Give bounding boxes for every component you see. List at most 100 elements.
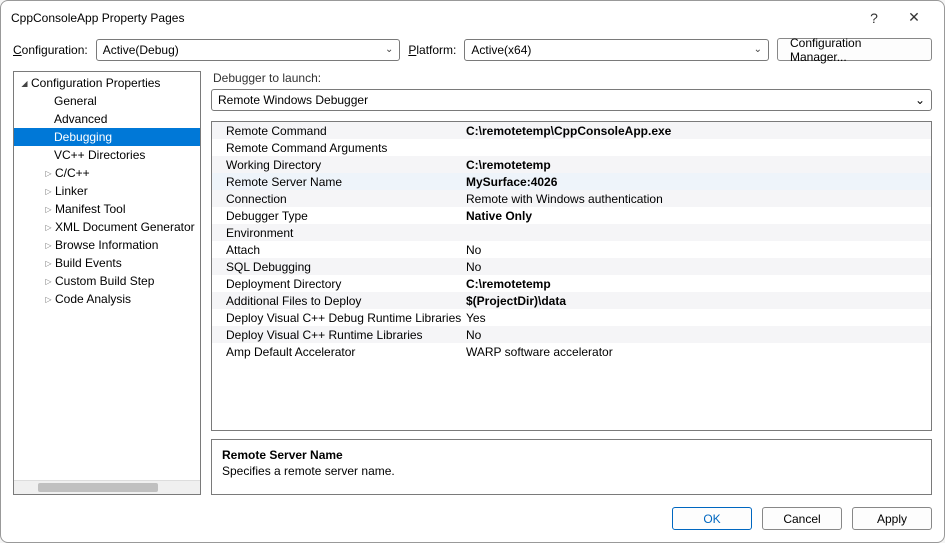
property-row[interactable]: SQL DebuggingNo bbox=[212, 258, 931, 275]
tree-item-vcpp-directories[interactable]: VC++ Directories bbox=[14, 146, 200, 164]
tree-item-label: XML Document Generator bbox=[55, 220, 195, 234]
tree-item-label: Build Events bbox=[55, 256, 122, 270]
tree-item-advanced[interactable]: Advanced bbox=[14, 110, 200, 128]
tree-item-label: Manifest Tool bbox=[55, 202, 125, 216]
description-pane: Remote Server Name Specifies a remote se… bbox=[211, 439, 932, 495]
property-row[interactable]: Remote Command Arguments bbox=[212, 139, 931, 156]
platform-label: Platform: bbox=[408, 43, 456, 57]
property-name: Amp Default Accelerator bbox=[226, 345, 466, 359]
property-row[interactable]: Environment bbox=[212, 224, 931, 241]
window-title: CppConsoleApp Property Pages bbox=[11, 11, 854, 25]
property-row[interactable]: AttachNo bbox=[212, 241, 931, 258]
tree-item-ccpp[interactable]: C/C++ bbox=[14, 164, 200, 182]
property-value[interactable]: WARP software accelerator bbox=[466, 345, 931, 359]
property-value[interactable]: MySurface:4026 bbox=[466, 175, 931, 189]
property-name: Attach bbox=[226, 243, 466, 257]
chevron-down-icon: ⌄ bbox=[915, 93, 925, 107]
tree-item-label: General bbox=[54, 94, 97, 108]
tree-root-config-properties[interactable]: Configuration Properties bbox=[14, 74, 200, 92]
tree-item-label: Custom Build Step bbox=[55, 274, 154, 288]
property-row[interactable]: Debugger TypeNative Only bbox=[212, 207, 931, 224]
property-name: Working Directory bbox=[226, 158, 466, 172]
property-value[interactable]: C:\remotetemp bbox=[466, 158, 931, 172]
property-value[interactable]: No bbox=[466, 243, 931, 257]
property-value[interactable]: $(ProjectDir)\data bbox=[466, 294, 931, 308]
configuration-label: Configuration: bbox=[13, 43, 88, 57]
property-value[interactable]: Yes bbox=[466, 311, 931, 325]
right-pane: Debugger to launch: Remote Windows Debug… bbox=[211, 71, 932, 495]
tree-item-label: Code Analysis bbox=[55, 292, 131, 306]
property-name: Deployment Directory bbox=[226, 277, 466, 291]
property-value[interactable]: C:\remotetemp bbox=[466, 277, 931, 291]
property-grid: Remote CommandC:\remotetemp\CppConsoleAp… bbox=[211, 121, 932, 431]
help-button[interactable]: ? bbox=[854, 10, 894, 26]
tree-item-xml-doc-gen[interactable]: XML Document Generator bbox=[14, 218, 200, 236]
config-bar: Configuration: Active(Debug) ⌄ Platform:… bbox=[1, 34, 944, 71]
property-row[interactable]: Remote CommandC:\remotetemp\CppConsoleAp… bbox=[212, 122, 931, 139]
tree-item-custom-build-step[interactable]: Custom Build Step bbox=[14, 272, 200, 290]
property-row[interactable]: Additional Files to Deploy$(ProjectDir)\… bbox=[212, 292, 931, 309]
property-value[interactable]: No bbox=[466, 328, 931, 342]
expander-open-icon[interactable] bbox=[18, 78, 31, 89]
tree-item-code-analysis[interactable]: Code Analysis bbox=[14, 290, 200, 308]
property-name: SQL Debugging bbox=[226, 260, 466, 274]
scrollbar-thumb[interactable] bbox=[38, 483, 158, 492]
tree-item-general[interactable]: General bbox=[14, 92, 200, 110]
property-value[interactable]: C:\remotetemp\CppConsoleApp.exe bbox=[466, 124, 931, 138]
property-value[interactable]: No bbox=[466, 260, 931, 274]
tree-item-debugging[interactable]: Debugging bbox=[14, 128, 200, 146]
property-name: Remote Server Name bbox=[226, 175, 466, 189]
tree-item-build-events[interactable]: Build Events bbox=[14, 254, 200, 272]
tree-item-linker[interactable]: Linker bbox=[14, 182, 200, 200]
cancel-button[interactable]: Cancel bbox=[762, 507, 842, 530]
property-row[interactable]: Working DirectoryC:\remotetemp bbox=[212, 156, 931, 173]
configuration-value: Active(Debug) bbox=[103, 43, 385, 57]
debugger-launch-label: Debugger to launch: bbox=[213, 71, 932, 85]
property-value[interactable]: Native Only bbox=[466, 209, 931, 223]
expander-closed-icon[interactable] bbox=[42, 240, 55, 251]
property-name: Connection bbox=[226, 192, 466, 206]
property-row[interactable]: Amp Default AcceleratorWARP software acc… bbox=[212, 343, 931, 360]
property-value[interactable]: Remote with Windows authentication bbox=[466, 192, 931, 206]
tree-horizontal-scrollbar[interactable] bbox=[14, 480, 200, 494]
configuration-dropdown[interactable]: Active(Debug) ⌄ bbox=[96, 39, 401, 61]
footer: OK Cancel Apply bbox=[1, 495, 944, 542]
titlebar: CppConsoleApp Property Pages ? ✕ bbox=[1, 1, 944, 34]
property-name: Remote Command Arguments bbox=[226, 141, 466, 155]
tree-item-browse-info[interactable]: Browse Information bbox=[14, 236, 200, 254]
expander-closed-icon[interactable] bbox=[42, 204, 55, 215]
ok-button[interactable]: OK bbox=[672, 507, 752, 530]
debugger-launch-dropdown[interactable]: Remote Windows Debugger ⌄ bbox=[211, 89, 932, 111]
property-name: Debugger Type bbox=[226, 209, 466, 223]
property-pages-window: CppConsoleApp Property Pages ? ✕ Configu… bbox=[0, 0, 945, 543]
close-button[interactable]: ✕ bbox=[894, 9, 934, 26]
expander-closed-icon[interactable] bbox=[42, 222, 55, 233]
platform-dropdown[interactable]: Active(x64) ⌄ bbox=[464, 39, 769, 61]
expander-closed-icon[interactable] bbox=[42, 168, 55, 179]
property-name: Additional Files to Deploy bbox=[226, 294, 466, 308]
expander-closed-icon[interactable] bbox=[42, 276, 55, 287]
platform-value: Active(x64) bbox=[471, 43, 753, 57]
property-row[interactable]: Deployment DirectoryC:\remotetemp bbox=[212, 275, 931, 292]
tree-item-label: Advanced bbox=[54, 112, 107, 126]
chevron-down-icon: ⌄ bbox=[385, 44, 393, 55]
description-text: Specifies a remote server name. bbox=[222, 464, 921, 478]
property-row[interactable]: Deploy Visual C++ Debug Runtime Librarie… bbox=[212, 309, 931, 326]
apply-button[interactable]: Apply bbox=[852, 507, 932, 530]
tree-item-label: C/C++ bbox=[55, 166, 90, 180]
tree-item-manifest-tool[interactable]: Manifest Tool bbox=[14, 200, 200, 218]
property-name: Remote Command bbox=[226, 124, 466, 138]
configuration-manager-button[interactable]: Configuration Manager... bbox=[777, 38, 932, 61]
tree-item-label: Browse Information bbox=[55, 238, 158, 252]
expander-closed-icon[interactable] bbox=[42, 186, 55, 197]
property-row[interactable]: ConnectionRemote with Windows authentica… bbox=[212, 190, 931, 207]
property-row[interactable]: Remote Server NameMySurface:4026 bbox=[212, 173, 931, 190]
property-row[interactable]: Deploy Visual C++ Runtime LibrariesNo bbox=[212, 326, 931, 343]
property-name: Deploy Visual C++ Runtime Libraries bbox=[226, 328, 466, 342]
expander-closed-icon[interactable] bbox=[42, 258, 55, 269]
expander-closed-icon[interactable] bbox=[42, 294, 55, 305]
tree-item-label: Debugging bbox=[54, 130, 112, 144]
description-title: Remote Server Name bbox=[222, 448, 921, 462]
chevron-down-icon: ⌄ bbox=[754, 44, 762, 55]
tree-inner: Configuration Properties General Advance… bbox=[14, 72, 200, 480]
